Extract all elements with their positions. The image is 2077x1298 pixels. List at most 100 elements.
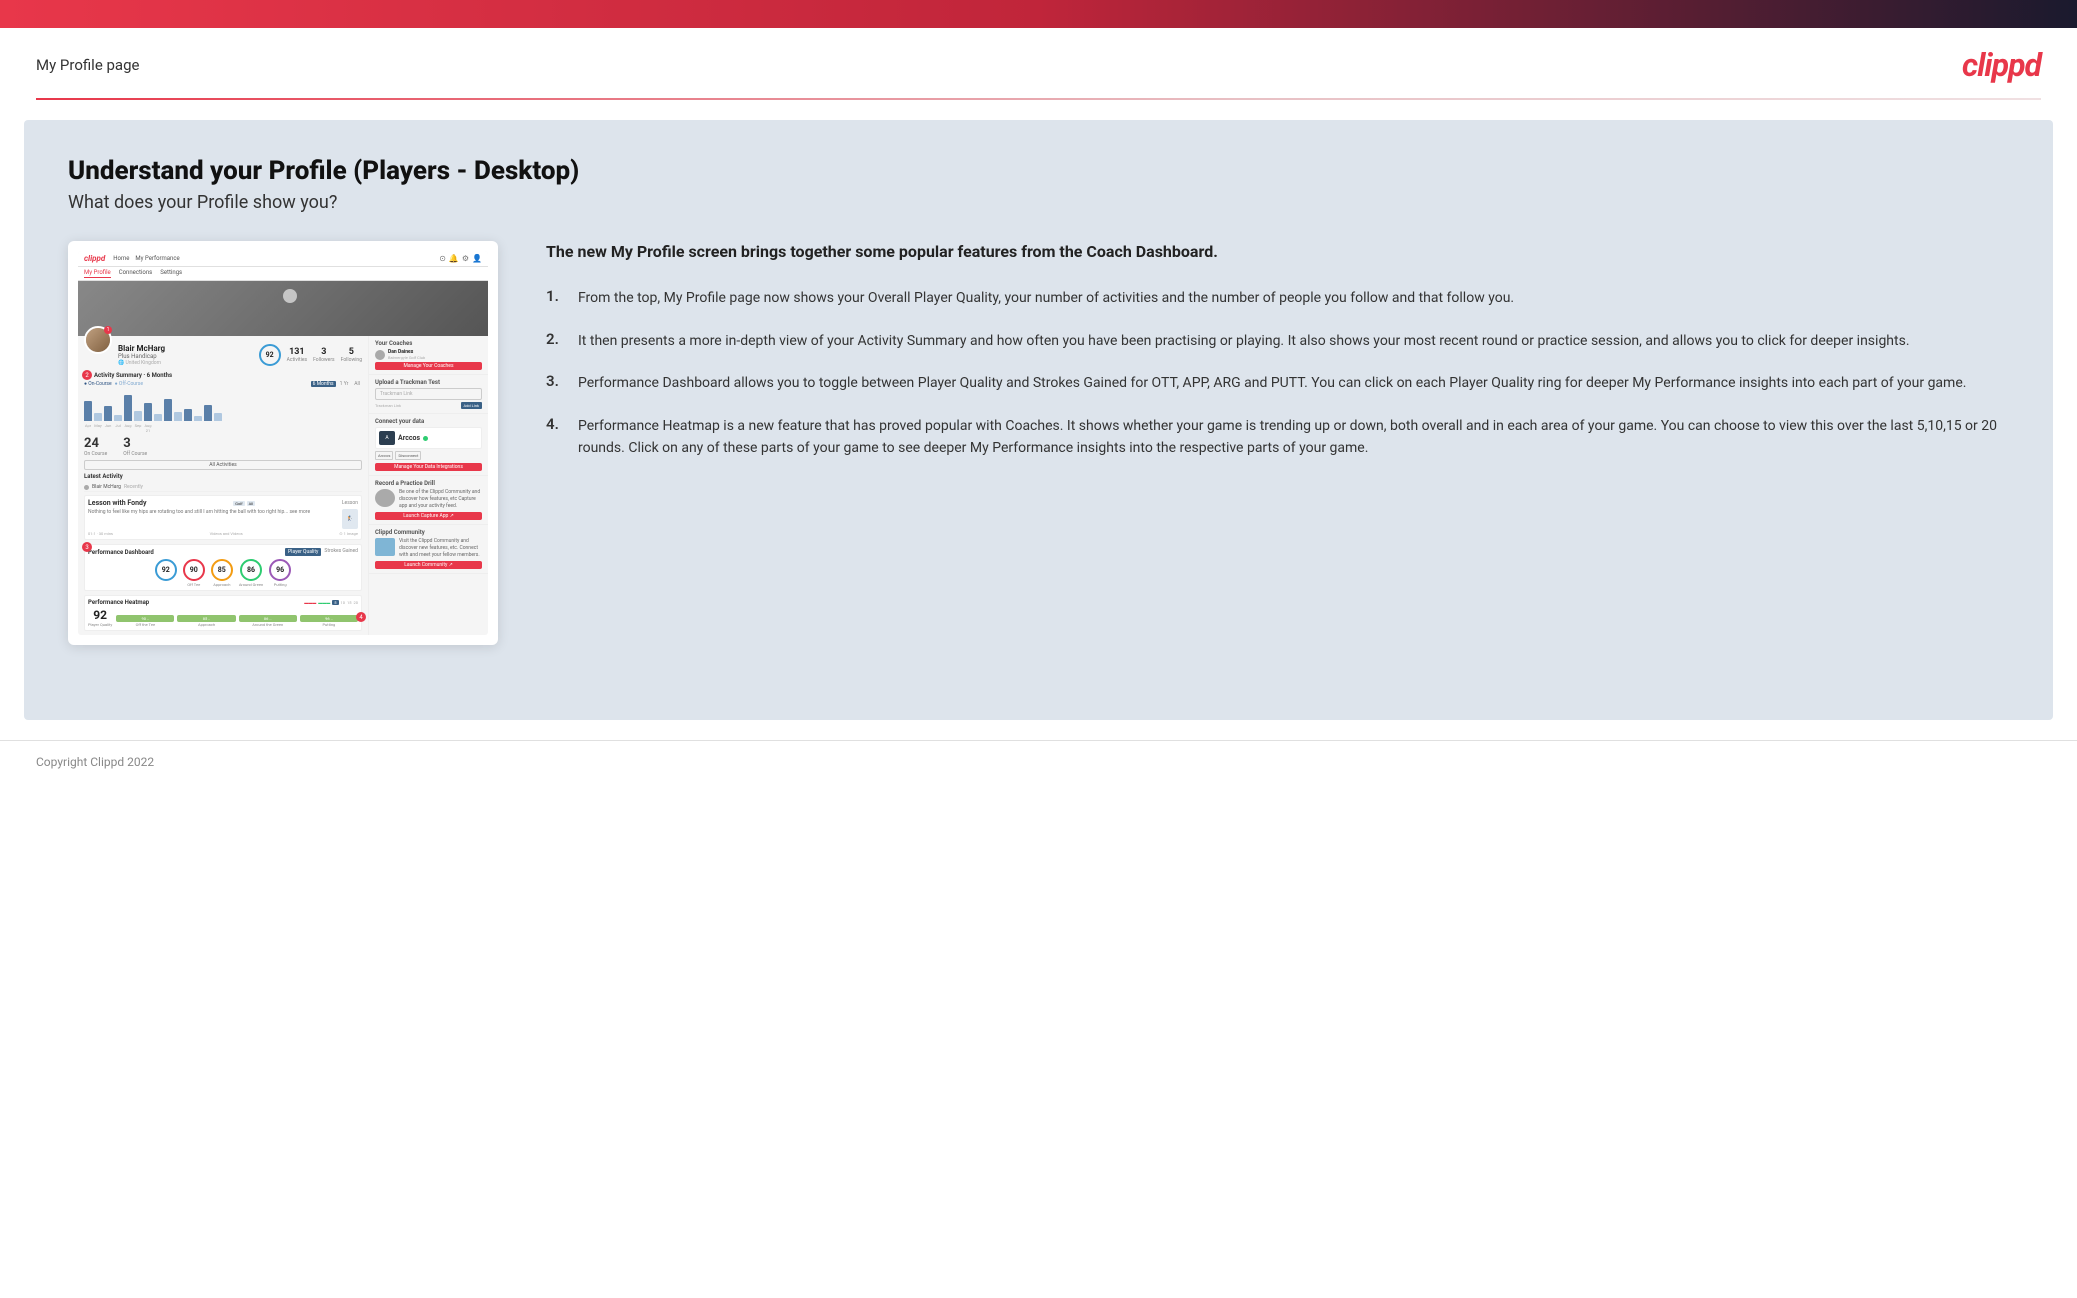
mockup-toggle-strokes[interactable]: Strokes Gained	[324, 548, 358, 556]
mockup-trackman-row: Trackman Link Add Link	[375, 402, 482, 409]
mockup-heatmap-cell-app: 85 .. Approach	[177, 614, 235, 627]
mockup-heatmap-pos: ▬▬▬	[318, 600, 330, 605]
mockup-location: 🌐 United Kingdom	[118, 360, 253, 366]
mockup-all-activities-btn[interactable]: All Activities	[84, 460, 362, 470]
list-item-1: 1. From the top, My Profile page now sho…	[546, 287, 2009, 309]
mockup-coach-item: Dan Daines Balmergyle Golf Club	[375, 349, 482, 360]
mockup-off-course-count-lbl: Off Course	[123, 451, 147, 457]
footer: Copyright Clippd 2022	[0, 740, 2077, 783]
mockup-heatmap-lbl-arg: Around the Green	[239, 622, 297, 627]
mockup-launch-capture-btn[interactable]: Launch Capture App ↗	[375, 512, 482, 520]
mockup-profile-details: Blair McHarg Plus Handicap 🌐 United King…	[118, 340, 253, 366]
list-number-2: 2.	[546, 330, 566, 348]
mockup-bar-5	[124, 395, 132, 421]
mockup-practice-img	[375, 489, 395, 507]
copyright: Copyright Clippd 2022	[36, 755, 154, 769]
mockup-bar-2	[94, 413, 102, 421]
mockup-activities-val: 131	[287, 347, 307, 357]
mockup-chart-label-6: Sep	[134, 423, 142, 433]
mockup-handicap: Plus Handicap	[118, 353, 253, 360]
mockup-heatmap-overall-lbl: Player Quality	[88, 622, 112, 627]
two-col-layout: clippd Home My Performance ⊙ 🔔 ⚙ 👤	[68, 241, 2009, 645]
list-text-3: Performance Dashboard allows you to togg…	[578, 372, 1966, 394]
mockup-arccos-status	[423, 436, 428, 441]
mockup-heatmap-lbl-putt: Putting	[300, 622, 358, 627]
mockup-heatmap-lbl-ott: Off the Tee	[116, 622, 174, 627]
mockup-tab-all: All	[352, 381, 362, 387]
mockup-logo: clippd	[84, 254, 105, 263]
mockup-ring-ott-circle: 90	[183, 559, 205, 581]
mockup-nav: clippd Home My Performance ⊙ 🔔 ⚙ 👤	[78, 251, 488, 267]
mockup-quality-ring: 92	[259, 344, 281, 366]
mockup-performance-heatmap: Performance Heatmap ▬▬▬ ▬▬▬ 5 10 15 20	[84, 595, 362, 631]
mockup-ring-putt-lbl: Putting	[269, 582, 291, 587]
mockup-badge-4: 4	[356, 612, 366, 622]
mockup-heatmap-20: 20	[354, 600, 359, 605]
mockup-bar-14	[214, 413, 222, 421]
mockup-avatar: 1	[84, 326, 112, 354]
mockup-bar-chart	[84, 389, 362, 421]
mockup-toggle-quality[interactable]: Player Quality	[285, 548, 321, 556]
mockup-off-course-count: 3 Off Course	[123, 436, 147, 457]
mockup-nav-icons: ⊙ 🔔 ⚙ 👤	[439, 254, 482, 263]
mockup-arccos-logo: A	[379, 431, 395, 445]
mockup-heatmap-15: 15	[347, 600, 352, 605]
mockup-chart-label-5: Aug	[124, 423, 132, 433]
mockup-chart-label-2: May	[94, 423, 102, 433]
mockup-heatmap-data: 92 Player Quality 90 .. Off the Tee	[88, 608, 358, 627]
mockup-connect-arccos: A Arccos	[375, 427, 482, 449]
mockup-practice-title: Record a Practice Drill	[375, 480, 482, 487]
mockup-lesson-duration: 01:1 · 30 mins	[88, 531, 113, 536]
mockup-activity-title: Activity Summary · 6 Months	[84, 372, 362, 379]
mockup-perf-header: Performance Dashboard Player Quality Str…	[88, 548, 358, 556]
mockup-heatmap-bar-ott: 90 ..	[116, 615, 174, 622]
mockup-lesson-media: ⊙ 1 Image	[339, 531, 358, 536]
mockup-manage-coaches-btn[interactable]: Manage Your Coaches	[375, 362, 482, 370]
mockup-activities-lbl: Activities	[287, 357, 307, 363]
page-heading: Understand your Profile (Players - Deskt…	[68, 156, 2009, 186]
mockup-body: 1 Blair McHarg Plus Handicap 🌐 United Ki…	[78, 336, 488, 635]
mockup-ring-overall-circle: 92	[155, 559, 177, 581]
mockup-on-course-count: 24 On Course	[84, 436, 107, 457]
mockup-activity-item-1: Blair McHarg Recently	[84, 483, 362, 492]
mockup-launch-community-btn[interactable]: Launch Community ↗	[375, 561, 482, 569]
mockup-trackman-input[interactable]: Trackman Link	[375, 388, 482, 400]
mockup-ring-ott-lbl: Off Tee	[183, 582, 205, 587]
mockup-disconnect-btn[interactable]: Disconnect	[395, 451, 421, 460]
mockup-arccos-name: Arccos	[398, 434, 420, 442]
mockup-followers-stat: 3 Followers	[313, 347, 335, 363]
left-column: clippd Home My Performance ⊙ 🔔 ⚙ 👤	[68, 241, 498, 645]
mockup-ring-app: 85 Approach	[211, 559, 233, 587]
mockup-chart-label-4: Jul	[114, 423, 122, 433]
mockup-off-course-label: ● Off-Course	[115, 381, 143, 387]
mockup-coach-details: Dan Daines Balmergyle Golf Club	[388, 349, 425, 360]
logo: clippd	[1962, 46, 2041, 84]
mockup-main-area: 1 Blair McHarg Plus Handicap 🌐 United Ki…	[78, 336, 368, 635]
mockup-on-course-label: ● On-Course	[84, 381, 112, 387]
mockup-lesson-icon: 🏌	[342, 509, 358, 529]
mockup-activity-dot-1	[84, 485, 89, 490]
mockup-manage-integrations-btn[interactable]: Manage Your Data Integrations	[375, 463, 482, 471]
mockup-nav-performance: My Performance	[135, 255, 179, 262]
mockup-heatmap-cells: 90 .. Off the Tee 85 .. Approach	[116, 614, 358, 627]
mockup-heatmap-lbl-app: Approach	[177, 622, 235, 627]
mockup-lesson-body: Nothing to feel like my hips are rotatin…	[88, 509, 358, 529]
mockup-heatmap-title: Performance Heatmap	[88, 599, 149, 606]
list-text-1: From the top, My Profile page now shows …	[578, 287, 1514, 309]
mockup-ring-putt-circle: 96	[269, 559, 291, 581]
mockup-chart-label-7: Aug 21	[144, 423, 152, 433]
mockup-practice-text: Be one of the Clippd Community and disco…	[399, 489, 482, 510]
mockup-arccos-btn[interactable]: Arccos	[375, 451, 393, 460]
list-number-4: 4.	[546, 415, 566, 433]
mockup-activity-legend: ● On-Course ● Off-Course 6 Months 1 Yr A…	[84, 381, 362, 387]
list-text-2: It then presents a more in-depth view of…	[578, 330, 1910, 352]
mockup-add-link-btn[interactable]: Add Link	[461, 402, 482, 409]
mockup-tab-connections: Connections	[119, 269, 153, 278]
mockup-inner: clippd Home My Performance ⊙ 🔔 ⚙ 👤	[78, 251, 488, 635]
list-text-4: Performance Heatmap is a new feature tha…	[578, 415, 2009, 460]
mockup-time-tabs: 6 Months 1 Yr All	[311, 381, 362, 387]
mockup-tab-profile: My Profile	[84, 269, 111, 278]
mockup-trackman-title: Upload a Trackman Test	[375, 379, 482, 386]
mockup-heatmap-legend: ▬▬▬ ▬▬▬ 5 10 15 20	[304, 600, 358, 605]
mockup-perf-toggle: Player Quality Strokes Gained	[285, 548, 358, 556]
